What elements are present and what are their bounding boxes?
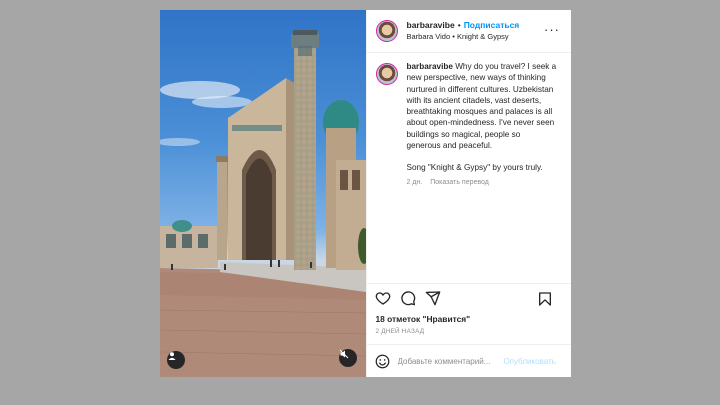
bookmark-icon — [539, 292, 551, 306]
user-tag-button[interactable] — [167, 351, 185, 369]
follow-button[interactable]: Подписаться — [464, 20, 520, 30]
like-button[interactable] — [375, 290, 391, 306]
author-fullname[interactable]: Barbara Vido — [407, 32, 451, 41]
action-bar — [366, 283, 571, 312]
translate-link[interactable]: Показать перевод — [430, 179, 489, 186]
separator-dot: • — [457, 20, 461, 30]
author-username[interactable]: barbaravibe — [407, 20, 455, 30]
more-options-button[interactable]: ··· — [544, 23, 560, 36]
publish-comment-button[interactable]: Опубликовать — [504, 357, 556, 366]
comment-icon — [400, 291, 415, 306]
caption-time[interactable]: 2 дн. — [407, 179, 423, 186]
user-tag-icon — [168, 352, 176, 360]
registan-photo — [160, 30, 366, 377]
heart-icon — [375, 292, 390, 305]
comment-input[interactable] — [397, 356, 502, 366]
comment-bar: Опубликовать — [366, 344, 571, 377]
caption-text: Why do you travel? I seek a new perspect… — [406, 62, 557, 151]
caption: barbaravibe Why do you travel? I seek a … — [407, 61, 557, 283]
comment-button[interactable] — [400, 290, 416, 306]
post-side-panel: barbaravibe • Подписаться Barbara Vido • K… — [365, 10, 572, 377]
likes-count[interactable]: 18 отметок "Нравится" — [367, 312, 572, 324]
emoji-button[interactable] — [375, 354, 390, 369]
post-media[interactable] — [160, 10, 366, 377]
emoji-icon — [375, 354, 389, 368]
post-dialog: barbaravibe • Подписаться Barbara Vido • K… — [160, 10, 571, 377]
mute-toggle-button[interactable] — [338, 349, 357, 367]
muted-speaker-icon — [339, 349, 348, 359]
post-date[interactable]: 2 ДНЕЙ НАЗАД — [367, 324, 572, 335]
caption-username[interactable]: barbaravibe — [407, 62, 453, 71]
author-avatar[interactable] — [375, 20, 398, 42]
more-horizontal-icon: ··· — [544, 22, 560, 37]
caption-avatar[interactable] — [375, 63, 398, 85]
share-icon — [425, 291, 440, 306]
audio-track-link[interactable]: Knight & Gypsy — [457, 32, 509, 41]
save-button[interactable] — [537, 291, 553, 307]
share-button[interactable] — [425, 290, 441, 306]
caption-song-line: Song "Knight & Gypsy" by yours truly. — [406, 163, 543, 173]
separator-dot: • — [450, 32, 457, 41]
caption-area: barbaravibe Why do you travel? I seek a … — [367, 53, 572, 283]
post-header: barbaravibe • Подписаться Barbara Vido • K… — [366, 10, 571, 53]
